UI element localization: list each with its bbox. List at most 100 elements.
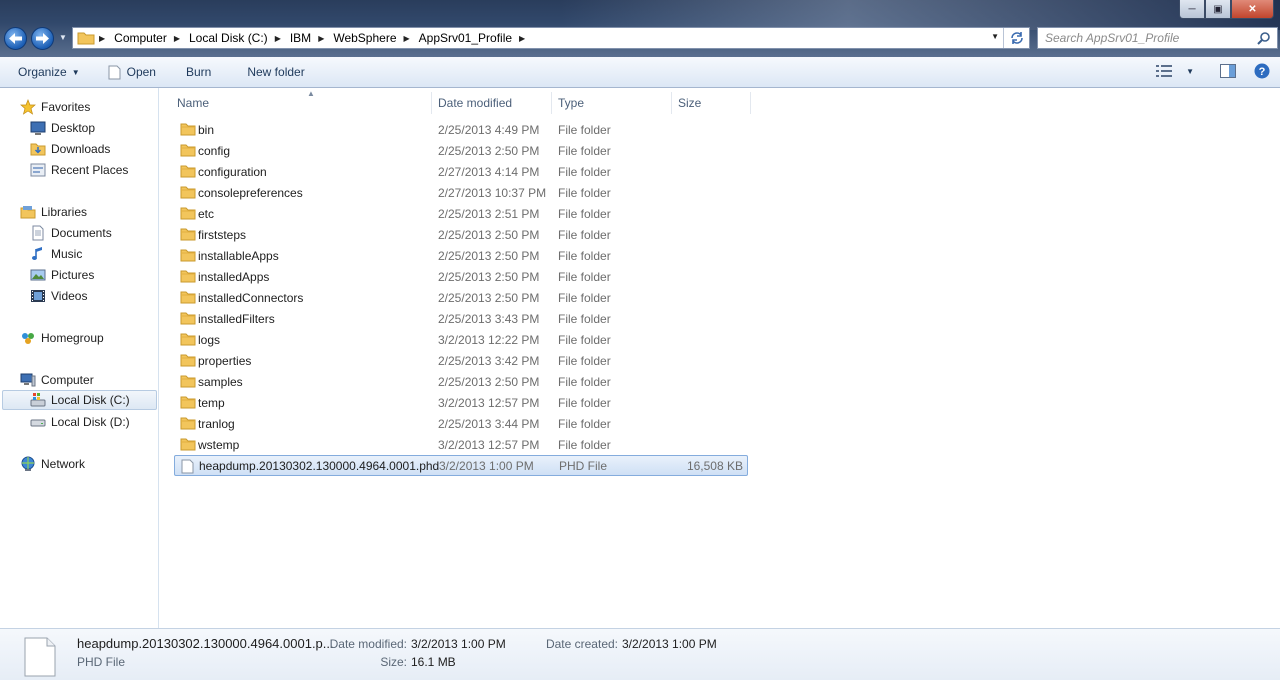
folder-icon: [180, 186, 196, 199]
nav-local-disk-c[interactable]: Local Disk (C:): [2, 390, 157, 410]
column-header-type[interactable]: Type: [552, 92, 672, 114]
folder-icon: [180, 270, 196, 283]
folder-icon: [180, 207, 196, 220]
organize-button[interactable]: Organize ▼: [10, 60, 88, 84]
command-bar: Organize ▼ Open Burn New folder ▼ ?: [0, 57, 1280, 88]
organize-label: Organize: [18, 65, 67, 79]
chevron-right-icon[interactable]: ▶: [519, 34, 525, 43]
chevron-right-icon[interactable]: ▶: [404, 34, 410, 43]
nav-computer[interactable]: Computer: [20, 370, 94, 390]
documents-icon: [32, 225, 44, 241]
breadcrumb-appsrv01-profile[interactable]: AppSrv01_Profile ▶: [413, 28, 529, 48]
network-icon: [21, 456, 35, 471]
open-label: Open: [126, 65, 156, 79]
details-pane: heapdump.20130302.130000.4964.0001.p... …: [0, 628, 1280, 680]
nav-libraries[interactable]: Libraries: [20, 202, 87, 222]
close-button[interactable]: ✕: [1231, 0, 1274, 19]
details-size: 16.1 MB: [411, 655, 456, 669]
folder-row[interactable]: installedFilters 2/25/2013 3:43 PM File fo…: [174, 308, 748, 329]
pictures-icon: [30, 269, 46, 281]
refresh-button[interactable]: [1003, 28, 1029, 48]
nav-recent-places[interactable]: Recent Places: [30, 160, 128, 180]
row-date-modified: 2/25/2013 4:49 PM: [438, 122, 540, 137]
open-button[interactable]: Open: [100, 60, 164, 84]
folder-row[interactable]: installableApps 2/25/2013 2:50 PM File fol…: [174, 245, 748, 266]
nav-network[interactable]: Network: [20, 454, 85, 474]
file-row[interactable]: heapdump.20130302.130000.4964.0001.phd 3/…: [174, 455, 748, 476]
nav-label: Libraries: [41, 205, 88, 219]
folder-row[interactable]: logs 3/2/2013 12:22 PM File folder: [174, 329, 748, 350]
chevron-right-icon[interactable]: ▶: [318, 34, 324, 43]
change-view-button[interactable]: ▼: [1156, 65, 1194, 77]
column-header-date-modified[interactable]: Date modified: [432, 92, 552, 114]
row-name: wstemp: [198, 437, 240, 452]
back-button[interactable]: [4, 27, 27, 50]
folder-icon: [180, 354, 196, 367]
chevron-down-icon[interactable]: ▼: [1186, 67, 1194, 76]
nav-music[interactable]: Music: [30, 244, 82, 264]
help-icon[interactable]: ?: [1254, 63, 1270, 79]
row-type: File folder: [558, 206, 611, 221]
search-input[interactable]: Search AppSrv01_Profile: [1037, 27, 1278, 49]
folder-row[interactable]: configuration 2/27/2013 4:14 PM File folde…: [174, 161, 748, 182]
navigation-pane: Favorites Desktop Downloads Recent Place…: [0, 88, 159, 628]
sort-ascending-icon: ▲: [307, 89, 315, 98]
breadcrumb-computer[interactable]: Computer ▶: [108, 28, 183, 48]
nav-label: Recent Places: [51, 163, 129, 177]
column-header-name[interactable]: Name ▲: [171, 89, 432, 114]
chevron-down-icon: ▼: [71, 67, 80, 77]
chevron-right-icon[interactable]: ▶: [275, 34, 281, 43]
folder-row[interactable]: temp 3/2/2013 12:57 PM File folder: [174, 392, 748, 413]
folder-icon: [180, 375, 196, 388]
folder-row[interactable]: samples 2/25/2013 2:50 PM File folder: [174, 371, 748, 392]
row-name: consolepreferences: [198, 185, 303, 200]
folder-row[interactable]: properties 2/25/2013 3:42 PM File folder: [174, 350, 748, 371]
nav-homegroup[interactable]: Homegroup: [20, 328, 104, 348]
row-date-modified: 3/2/2013 12:57 PM: [438, 437, 540, 452]
folder-row[interactable]: bin 2/25/2013 4:49 PM File folder: [174, 119, 748, 140]
preview-pane-icon[interactable]: [1220, 64, 1236, 78]
star-icon: [20, 99, 36, 115]
folder-row[interactable]: wstemp 3/2/2013 12:57 PM File folder: [174, 434, 748, 455]
folder-row[interactable]: config 2/25/2013 2:50 PM File folder: [174, 140, 748, 161]
nav-documents[interactable]: Documents: [30, 223, 112, 243]
column-header-size[interactable]: Size: [672, 92, 751, 114]
folder-row[interactable]: etc 2/25/2013 2:51 PM File folder: [174, 203, 748, 224]
nav-downloads[interactable]: Downloads: [30, 139, 110, 159]
address-history-dropdown-icon[interactable]: ▼: [991, 32, 999, 41]
nav-local-disk-d[interactable]: Local Disk (D:): [30, 412, 130, 432]
nav-favorites[interactable]: Favorites: [20, 97, 90, 117]
breadcrumb-ibm[interactable]: IBM ▶: [284, 28, 328, 48]
folder-row[interactable]: consolepreferences 2/27/2013 10:37 PM File…: [174, 182, 748, 203]
svg-text:?: ?: [1259, 66, 1266, 78]
new-folder-button[interactable]: New folder: [239, 60, 312, 84]
search-icon[interactable]: [1257, 31, 1271, 45]
nav-label: Documents: [51, 226, 112, 240]
nav-label: Videos: [51, 289, 88, 303]
document-icon: [108, 65, 121, 79]
file-icon: [181, 459, 194, 474]
nav-desktop[interactable]: Desktop: [30, 118, 95, 138]
refresh-icon: [1010, 32, 1023, 44]
maximize-button[interactable]: ▣: [1205, 0, 1231, 19]
folder-row[interactable]: installedApps 2/25/2013 2:50 PM File folde…: [174, 266, 748, 287]
homegroup-icon: [22, 333, 34, 344]
minimize-button[interactable]: ─: [1179, 0, 1205, 19]
folder-row[interactable]: firststeps 2/25/2013 2:50 PM File folder: [174, 224, 748, 245]
videos-icon: [31, 290, 45, 302]
burn-button[interactable]: Burn: [178, 60, 219, 84]
details-size-label: Size:: [380, 655, 407, 669]
nav-videos[interactable]: Videos: [30, 286, 87, 306]
breadcrumb-websphere[interactable]: WebSphere ▶: [327, 28, 412, 48]
folder-row[interactable]: tranlog 2/25/2013 3:44 PM File folder: [174, 413, 748, 434]
chevron-right-icon[interactable]: ▶: [174, 34, 180, 43]
breadcrumb-root-arrow[interactable]: ▶: [95, 28, 108, 48]
address-bar[interactable]: ▶ Computer ▶ Local Disk (C:) ▶ IBM ▶ WebSph…: [72, 27, 1030, 49]
folder-row[interactable]: installedConnectors 2/25/2013 2:50 PM File…: [174, 287, 748, 308]
row-type: File folder: [558, 332, 611, 347]
forward-button[interactable]: [31, 27, 54, 50]
breadcrumb-local-disk-c[interactable]: Local Disk (C:) ▶: [183, 28, 284, 48]
recent-pages-dropdown-icon[interactable]: ▼: [59, 33, 67, 42]
nav-pictures[interactable]: Pictures: [30, 265, 94, 285]
system-drive-icon: [30, 393, 46, 407]
